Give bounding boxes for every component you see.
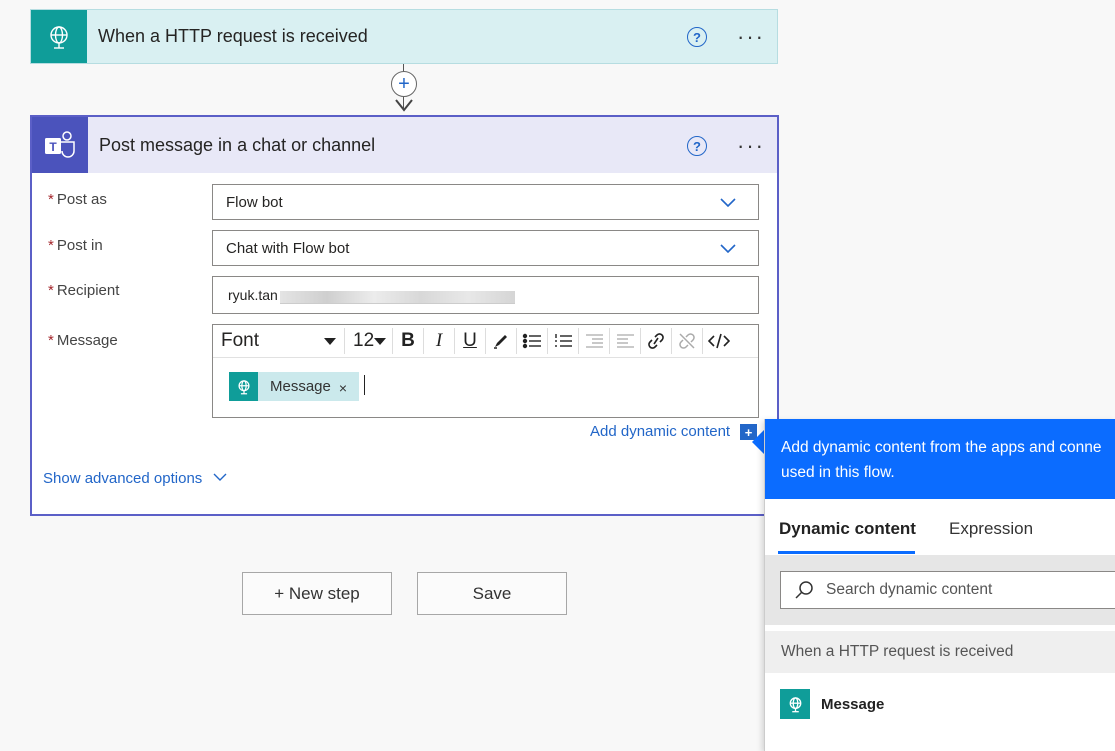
arrow-down-icon (395, 99, 413, 112)
add-dynamic-content-link[interactable]: Add dynamic content (590, 423, 730, 440)
post-in-dropdown[interactable]: Chat with Flow bot (212, 230, 759, 266)
underline-button[interactable]: U (455, 328, 486, 354)
new-step-button[interactable]: + New step (242, 572, 392, 615)
search-icon (795, 581, 813, 599)
code-view-icon[interactable] (703, 328, 734, 354)
ellipsis-icon[interactable]: ··· (737, 135, 765, 157)
recipient-label: * Recipient (48, 282, 120, 299)
dynamic-item-message[interactable]: Message (780, 689, 884, 719)
font-size-select[interactable]: 12 (345, 328, 393, 354)
show-advanced-options-link[interactable]: Show advanced options (43, 470, 202, 487)
search-input[interactable]: Search dynamic content (780, 571, 1115, 609)
chevron-down-icon (720, 198, 736, 207)
trigger-title: When a HTTP request is received (98, 26, 368, 46)
question-circle-icon[interactable]: ? (687, 27, 707, 47)
message-editor[interactable]: Font 12 B I U Message × (212, 324, 759, 418)
post-as-dropdown[interactable]: Flow bot (212, 184, 759, 220)
caret-down-icon (374, 338, 386, 345)
post-in-label: * Post in (48, 237, 103, 254)
italic-button[interactable]: I (424, 328, 455, 354)
font-select[interactable]: Font (217, 328, 345, 354)
increase-indent-icon[interactable] (610, 328, 641, 354)
svg-text:T: T (49, 140, 57, 154)
message-label: * Message (48, 332, 118, 349)
action-header[interactable]: T Post message in a chat or channel ? ··… (32, 117, 777, 173)
dynamic-panel-header: Add dynamic content from the apps and co… (765, 419, 1115, 499)
save-button[interactable]: Save (417, 572, 567, 615)
caret-down-icon (324, 338, 336, 345)
http-trigger-icon (229, 372, 258, 401)
remove-token-button[interactable]: × (339, 380, 359, 396)
chevron-down-icon (720, 244, 736, 253)
text-cursor (364, 375, 365, 395)
ellipsis-icon[interactable]: ··· (737, 26, 765, 48)
redacted-text (279, 290, 515, 304)
search-area: Search dynamic content (765, 555, 1115, 625)
insert-step-button[interactable]: + (391, 71, 417, 97)
post-as-label: * Post as (48, 191, 107, 208)
bullet-list-icon[interactable] (517, 328, 548, 354)
action-title: Post message in a chat or channel (99, 134, 376, 155)
unlink-icon[interactable] (672, 328, 703, 354)
chevron-down-icon[interactable] (213, 473, 227, 481)
section-header[interactable]: When a HTTP request is received (765, 631, 1115, 673)
bold-button[interactable]: B (393, 328, 424, 354)
question-circle-icon[interactable]: ? (687, 136, 707, 156)
link-icon[interactable] (641, 328, 672, 354)
tab-dynamic-content[interactable]: Dynamic content (779, 519, 916, 539)
editor-toolbar: Font 12 B I U (213, 325, 758, 358)
trigger-card[interactable]: When a HTTP request is received ? ··· (30, 9, 778, 64)
numbered-list-icon[interactable] (548, 328, 579, 354)
decrease-indent-icon[interactable] (579, 328, 610, 354)
teams-icon: T (32, 117, 88, 173)
dynamic-content-panel: Add dynamic content from the apps and co… (764, 419, 1115, 751)
message-token[interactable]: Message × (229, 372, 360, 401)
http-trigger-icon (780, 689, 810, 719)
recipient-input[interactable]: ryuk.tan (212, 276, 759, 314)
action-card: T Post message in a chat or channel ? ··… (30, 115, 779, 516)
tab-expression[interactable]: Expression (949, 519, 1033, 539)
active-tab-indicator (778, 551, 915, 554)
highlight-pen-icon[interactable] (486, 328, 517, 354)
http-trigger-icon (31, 10, 87, 63)
